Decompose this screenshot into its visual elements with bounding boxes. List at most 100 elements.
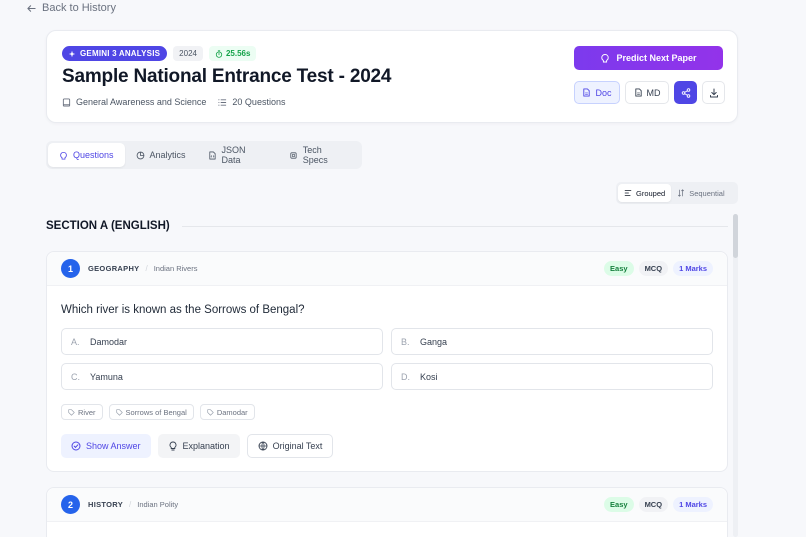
question-header: 1 GEOGRAPHY / Indian Rivers Easy MCQ 1 M… bbox=[47, 252, 727, 286]
download-button[interactable] bbox=[702, 81, 725, 104]
predict-next-paper-button[interactable]: Predict Next Paper bbox=[574, 46, 723, 70]
keyword-label: Damodar bbox=[216, 407, 248, 417]
book-icon bbox=[62, 97, 71, 107]
tag-icon bbox=[207, 408, 214, 416]
share-icon bbox=[681, 87, 690, 98]
question-number: 1 bbox=[61, 259, 80, 278]
keyword-label: Sorrows of Bengal bbox=[125, 407, 187, 417]
option-text: Damodar bbox=[90, 336, 128, 347]
view-mode-toggle: Grouped Sequential bbox=[616, 182, 738, 204]
doc-label: Doc bbox=[595, 87, 612, 98]
time-badge-label: 25.56s bbox=[225, 49, 251, 58]
section-title-text: SECTION A (ENGLISH) bbox=[46, 220, 170, 232]
page-title: Sample National Entrance Test - 2024 bbox=[62, 66, 392, 87]
question-header: 2 HISTORY / Indian Polity Easy MCQ 1 Mar… bbox=[47, 488, 727, 522]
original-text-button[interactable]: Original Text bbox=[246, 434, 334, 458]
tab-label: Tech Specs bbox=[302, 145, 328, 165]
question-tags: Easy MCQ 1 Marks bbox=[604, 497, 713, 512]
export-doc-button[interactable]: Doc bbox=[574, 81, 620, 104]
cpu-icon bbox=[290, 151, 297, 159]
marks-badge: 1 Marks bbox=[673, 497, 713, 512]
back-to-history-link[interactable]: Back to History bbox=[27, 2, 116, 14]
explanation-button[interactable]: Explanation bbox=[157, 434, 240, 458]
tab-label: JSON Data bbox=[221, 145, 246, 165]
keyword-tag: Sorrows of Bengal bbox=[108, 404, 194, 420]
lightbulb-icon bbox=[169, 441, 176, 451]
keyword-tags: River Sorrows of Bengal Damodar bbox=[61, 404, 255, 420]
timer-icon bbox=[215, 49, 223, 58]
pie-chart-icon bbox=[136, 151, 144, 159]
tab-questions[interactable]: Questions bbox=[48, 143, 125, 167]
export-actions: Doc MD bbox=[574, 81, 725, 104]
file-text-icon bbox=[634, 88, 642, 97]
download-icon bbox=[709, 88, 718, 97]
option-c[interactable]: C. Yamuna bbox=[61, 363, 383, 390]
predict-label: Predict Next Paper bbox=[616, 53, 697, 63]
difficulty-badge: Easy bbox=[604, 497, 634, 512]
type-badge: MCQ bbox=[638, 261, 669, 276]
year-badge: 2024 bbox=[173, 46, 203, 61]
sparkles-icon bbox=[68, 50, 76, 57]
question-subject: GEOGRAPHY bbox=[88, 264, 140, 273]
sequential-label: Sequential bbox=[689, 188, 725, 198]
original-text-label: Original Text bbox=[272, 441, 323, 451]
model-badge-label: GEMINI 3 ANALYSIS bbox=[80, 49, 161, 58]
tab-label: Questions bbox=[73, 150, 114, 160]
question-tags: Easy MCQ 1 Marks bbox=[604, 261, 713, 276]
file-code-icon bbox=[208, 151, 216, 159]
option-b[interactable]: B. Ganga bbox=[391, 328, 713, 355]
header-badges: GEMINI 3 ANALYSIS 2024 25.56s bbox=[62, 46, 257, 61]
show-answer-button[interactable]: Show Answer bbox=[61, 434, 151, 458]
subject-label: General Awareness and Science bbox=[76, 97, 207, 107]
breadcrumb-separator: / bbox=[129, 500, 132, 509]
tab-json-data[interactable]: JSON Data bbox=[197, 143, 278, 167]
option-letter: A. bbox=[71, 336, 80, 347]
question-number: 2 bbox=[61, 495, 80, 514]
scrollbar-thumb[interactable] bbox=[733, 214, 738, 258]
paper-meta: General Awareness and Science 20 Questio… bbox=[62, 97, 285, 107]
back-link-label: Back to History bbox=[42, 2, 116, 14]
section-heading: SECTION A (ENGLISH) bbox=[46, 220, 728, 232]
md-label: MD bbox=[646, 87, 661, 98]
difficulty-badge: Easy bbox=[604, 261, 634, 276]
show-answer-label: Show Answer bbox=[86, 441, 141, 451]
option-text: Ganga bbox=[420, 336, 448, 347]
paper-header-card: GEMINI 3 ANALYSIS 2024 25.56s Sample Nat… bbox=[46, 30, 738, 123]
tab-label: Analytics bbox=[149, 150, 186, 160]
question-actions: Show Answer Explanation Original Text bbox=[61, 434, 334, 458]
marks-badge: 1 Marks bbox=[673, 261, 713, 276]
export-md-button[interactable]: MD bbox=[625, 81, 669, 104]
explanation-label: Explanation bbox=[182, 441, 230, 451]
align-left-icon bbox=[624, 190, 632, 196]
type-badge: MCQ bbox=[638, 497, 669, 512]
option-text: Yamuna bbox=[90, 371, 123, 382]
sort-icon bbox=[678, 189, 685, 197]
share-button[interactable] bbox=[674, 81, 697, 104]
grouped-label: Grouped bbox=[636, 188, 666, 198]
view-grouped-option[interactable]: Grouped bbox=[618, 184, 672, 202]
scrollbar-track[interactable] bbox=[733, 214, 738, 537]
model-badge: GEMINI 3 ANALYSIS bbox=[62, 46, 168, 61]
option-letter: D. bbox=[401, 371, 410, 382]
tab-tech-specs[interactable]: Tech Specs bbox=[278, 143, 360, 167]
arrow-left-icon bbox=[27, 4, 36, 12]
option-a[interactable]: A. Damodar bbox=[61, 328, 383, 355]
keyword-label: River bbox=[78, 407, 96, 417]
tag-icon bbox=[115, 408, 123, 416]
keyword-tag: Damodar bbox=[199, 404, 255, 420]
subject-meta: General Awareness and Science bbox=[62, 97, 206, 107]
question-topic: Indian Rivers bbox=[153, 264, 198, 273]
brain-icon bbox=[601, 54, 610, 63]
option-letter: B. bbox=[401, 336, 410, 347]
question-text: Which river is known as the Sorrows of B… bbox=[61, 304, 305, 316]
question-topic: Indian Polity bbox=[137, 500, 179, 509]
tag-icon bbox=[68, 408, 75, 416]
check-circle-icon bbox=[71, 441, 81, 451]
view-sequential-option[interactable]: Sequential bbox=[671, 184, 730, 202]
file-icon bbox=[583, 88, 591, 97]
question-subject: HISTORY bbox=[88, 500, 124, 509]
question-card: 2 HISTORY / Indian Polity Easy MCQ 1 Mar… bbox=[46, 487, 728, 537]
question-count-meta: 20 Questions bbox=[218, 97, 285, 107]
tab-analytics[interactable]: Analytics bbox=[125, 143, 197, 167]
option-d[interactable]: D. Kosi bbox=[391, 363, 713, 390]
